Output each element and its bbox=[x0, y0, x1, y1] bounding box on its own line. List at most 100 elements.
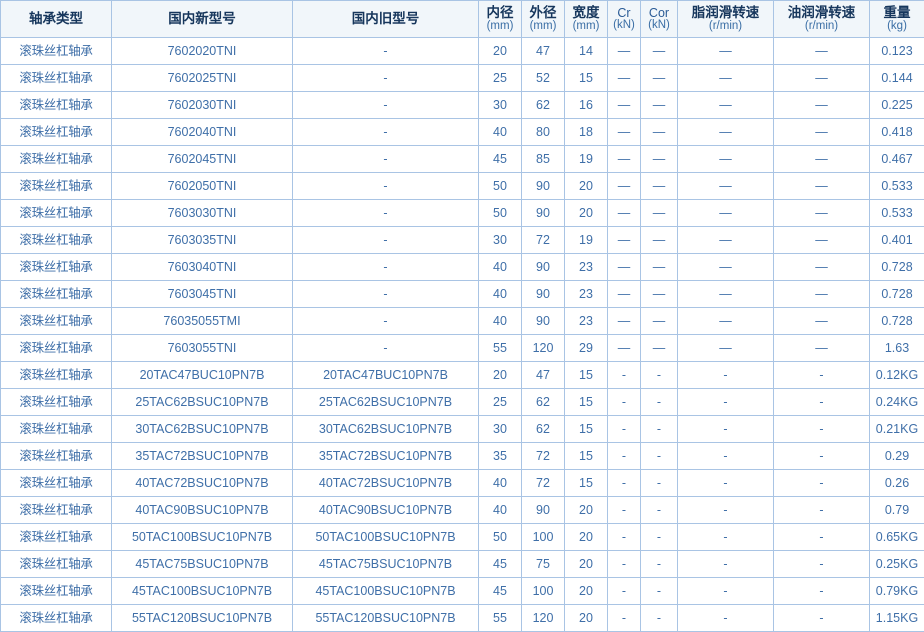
cell-cr: — bbox=[608, 38, 641, 65]
table-row[interactable]: 滚珠丝杠轴承7602025TNI-255215————0.144 bbox=[1, 65, 924, 92]
table-row[interactable]: 滚珠丝杠轴承7603055TNI-5512029————1.63 bbox=[1, 335, 924, 362]
cell-grease: - bbox=[678, 551, 774, 578]
column-header-label-bore: 内径 bbox=[480, 5, 520, 21]
cell-new: 7602030TNI bbox=[112, 92, 293, 119]
column-header-cor: Cor(kN) bbox=[641, 1, 678, 38]
table-row[interactable]: 滚珠丝杠轴承7603030TNI-509020————0.533 bbox=[1, 200, 924, 227]
cell-grease: — bbox=[678, 200, 774, 227]
cell-od: 52 bbox=[522, 65, 565, 92]
table-row[interactable]: 滚珠丝杠轴承30TAC62BSUC10PN7B30TAC62BSUC10PN7B… bbox=[1, 416, 924, 443]
cell-bore: 40 bbox=[479, 281, 522, 308]
table-row[interactable]: 滚珠丝杠轴承45TAC75BSUC10PN7B45TAC75BSUC10PN7B… bbox=[1, 551, 924, 578]
table-row[interactable]: 滚珠丝杠轴承7602020TNI-204714————0.123 bbox=[1, 38, 924, 65]
cell-oil: — bbox=[774, 254, 870, 281]
column-header-old: 国内旧型号 bbox=[293, 1, 479, 38]
cell-bore: 30 bbox=[479, 92, 522, 119]
cell-type: 滚珠丝杠轴承 bbox=[1, 38, 112, 65]
cell-new: 25TAC62BSUC10PN7B bbox=[112, 389, 293, 416]
table-row[interactable]: 滚珠丝杠轴承7602045TNI-458519————0.467 bbox=[1, 146, 924, 173]
cell-cor: — bbox=[641, 38, 678, 65]
cell-grease: — bbox=[678, 281, 774, 308]
cell-type: 滚珠丝杠轴承 bbox=[1, 308, 112, 335]
cell-grease: - bbox=[678, 605, 774, 632]
column-header-unit-weight: (kg) bbox=[871, 20, 923, 33]
table-row[interactable]: 滚珠丝杠轴承7603035TNI-307219————0.401 bbox=[1, 227, 924, 254]
cell-old: - bbox=[293, 146, 479, 173]
cell-type: 滚珠丝杠轴承 bbox=[1, 443, 112, 470]
table-row[interactable]: 滚珠丝杠轴承7603040TNI-409023————0.728 bbox=[1, 254, 924, 281]
cell-bore: 45 bbox=[479, 146, 522, 173]
cell-weight: 0.728 bbox=[870, 308, 924, 335]
table-row[interactable]: 滚珠丝杠轴承55TAC120BSUC10PN7B55TAC120BSUC10PN… bbox=[1, 605, 924, 632]
table-row[interactable]: 滚珠丝杠轴承50TAC100BSUC10PN7B50TAC100BSUC10PN… bbox=[1, 524, 924, 551]
table-body: 滚珠丝杠轴承7602020TNI-204714————0.123滚珠丝杠轴承76… bbox=[1, 38, 924, 632]
cell-cor: — bbox=[641, 227, 678, 254]
table-row[interactable]: 滚珠丝杠轴承40TAC72BSUC10PN7B40TAC72BSUC10PN7B… bbox=[1, 470, 924, 497]
cell-oil: - bbox=[774, 362, 870, 389]
cell-weight: 0.728 bbox=[870, 281, 924, 308]
cell-weight: 0.728 bbox=[870, 254, 924, 281]
cell-width: 15 bbox=[565, 389, 608, 416]
cell-new: 7603055TNI bbox=[112, 335, 293, 362]
cell-od: 120 bbox=[522, 605, 565, 632]
cell-grease: — bbox=[678, 308, 774, 335]
column-header-new: 国内新型号 bbox=[112, 1, 293, 38]
table-row[interactable]: 滚珠丝杠轴承7603045TNI-409023————0.728 bbox=[1, 281, 924, 308]
cell-weight: 0.123 bbox=[870, 38, 924, 65]
cell-od: 62 bbox=[522, 92, 565, 119]
cell-width: 15 bbox=[565, 470, 608, 497]
cell-bore: 25 bbox=[479, 389, 522, 416]
cell-od: 72 bbox=[522, 470, 565, 497]
cell-cor: — bbox=[641, 254, 678, 281]
table-row[interactable]: 滚珠丝杠轴承20TAC47BUC10PN7B20TAC47BUC10PN7B20… bbox=[1, 362, 924, 389]
cell-new: 7602020TNI bbox=[112, 38, 293, 65]
cell-new: 76035055TMI bbox=[112, 308, 293, 335]
column-header-label-oil: 油润滑转速 bbox=[775, 5, 868, 21]
column-header-label-cr: Cr bbox=[609, 6, 639, 20]
table-row[interactable]: 滚珠丝杠轴承40TAC90BSUC10PN7B40TAC90BSUC10PN7B… bbox=[1, 497, 924, 524]
cell-bore: 50 bbox=[479, 200, 522, 227]
table-row[interactable]: 滚珠丝杠轴承7602040TNI-408018————0.418 bbox=[1, 119, 924, 146]
cell-type: 滚珠丝杠轴承 bbox=[1, 146, 112, 173]
cell-weight: 0.144 bbox=[870, 65, 924, 92]
cell-grease: - bbox=[678, 389, 774, 416]
cell-width: 23 bbox=[565, 254, 608, 281]
column-header-label-grease: 脂润滑转速 bbox=[679, 5, 772, 21]
table-header: 轴承类型国内新型号国内旧型号内径(mm)外径(mm)宽度(mm)Cr(kN)Co… bbox=[1, 1, 924, 38]
cell-grease: - bbox=[678, 470, 774, 497]
cell-bore: 20 bbox=[479, 362, 522, 389]
cell-new: 7603045TNI bbox=[112, 281, 293, 308]
cell-weight: 0.21KG bbox=[870, 416, 924, 443]
cell-od: 85 bbox=[522, 146, 565, 173]
table-row[interactable]: 滚珠丝杠轴承7602050TNI-509020————0.533 bbox=[1, 173, 924, 200]
column-header-width: 宽度(mm) bbox=[565, 1, 608, 38]
table-row[interactable]: 滚珠丝杠轴承7602030TNI-306216————0.225 bbox=[1, 92, 924, 119]
cell-grease: — bbox=[678, 38, 774, 65]
column-header-bore: 内径(mm) bbox=[479, 1, 522, 38]
cell-od: 120 bbox=[522, 335, 565, 362]
cell-cor: - bbox=[641, 551, 678, 578]
cell-cor: - bbox=[641, 497, 678, 524]
cell-old: - bbox=[293, 335, 479, 362]
cell-cor: - bbox=[641, 470, 678, 497]
table-row[interactable]: 滚珠丝杠轴承25TAC62BSUC10PN7B25TAC62BSUC10PN7B… bbox=[1, 389, 924, 416]
cell-new: 45TAC100BSUC10PN7B bbox=[112, 578, 293, 605]
column-header-unit-cr: (kN) bbox=[609, 19, 639, 32]
cell-weight: 0.12KG bbox=[870, 362, 924, 389]
cell-cor: - bbox=[641, 578, 678, 605]
cell-grease: - bbox=[678, 443, 774, 470]
cell-grease: — bbox=[678, 335, 774, 362]
cell-od: 75 bbox=[522, 551, 565, 578]
cell-grease: — bbox=[678, 173, 774, 200]
cell-width: 20 bbox=[565, 497, 608, 524]
column-header-label-new: 国内新型号 bbox=[113, 11, 291, 27]
cell-bore: 50 bbox=[479, 524, 522, 551]
cell-type: 滚珠丝杠轴承 bbox=[1, 470, 112, 497]
cell-weight: 0.65KG bbox=[870, 524, 924, 551]
table-row[interactable]: 滚珠丝杠轴承76035055TMI-409023————0.728 bbox=[1, 308, 924, 335]
cell-new: 7602025TNI bbox=[112, 65, 293, 92]
cell-cr: - bbox=[608, 443, 641, 470]
cell-od: 72 bbox=[522, 227, 565, 254]
table-row[interactable]: 滚珠丝杠轴承45TAC100BSUC10PN7B45TAC100BSUC10PN… bbox=[1, 578, 924, 605]
table-row[interactable]: 滚珠丝杠轴承35TAC72BSUC10PN7B35TAC72BSUC10PN7B… bbox=[1, 443, 924, 470]
